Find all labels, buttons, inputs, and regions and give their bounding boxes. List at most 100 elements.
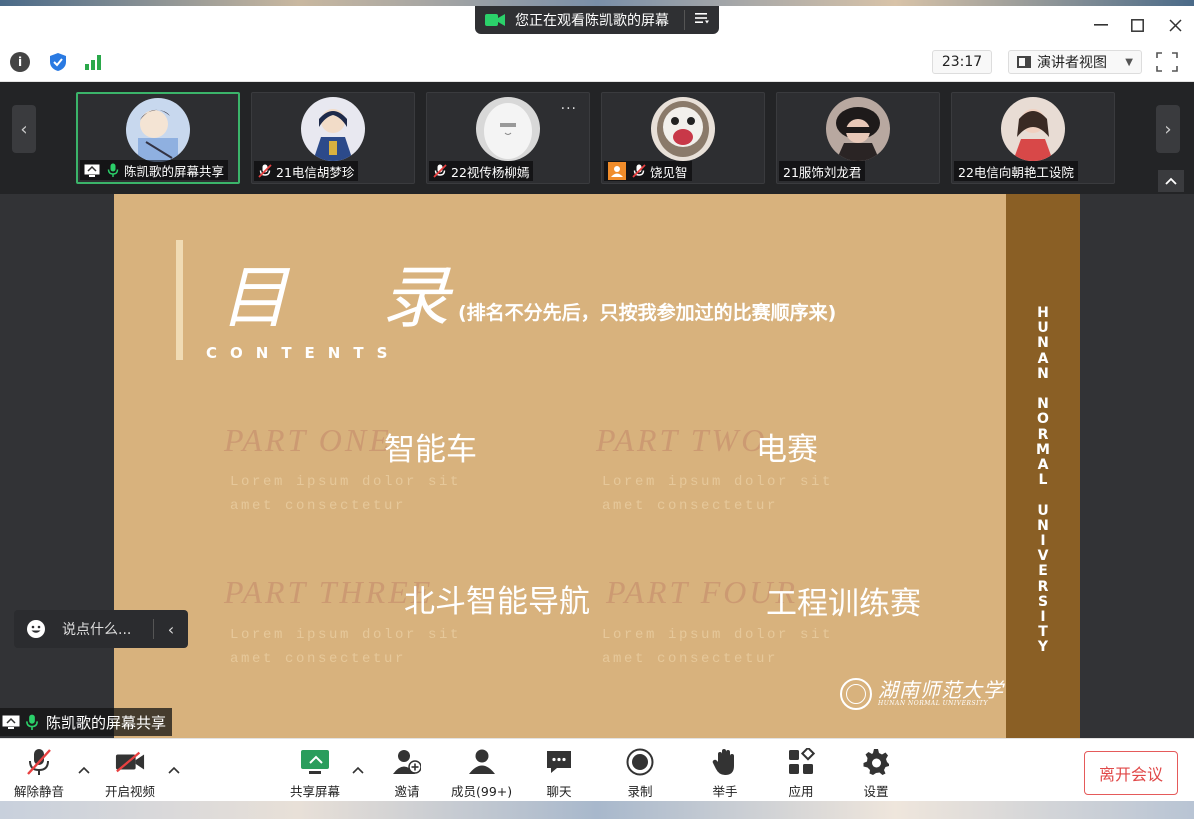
leave-meeting-button[interactable]: 离开会议	[1084, 751, 1178, 795]
close-icon[interactable]	[1164, 14, 1186, 36]
participant-label: 21电信胡梦珍	[254, 161, 359, 181]
meeting-timer: 23:17	[932, 50, 992, 74]
view-mode-select[interactable]: 演讲者视图 ▼	[1008, 50, 1142, 74]
network-signal-icon[interactable]	[84, 52, 104, 72]
participant-tile[interactable]: 21电信胡梦珍	[251, 92, 415, 184]
add-user-icon	[392, 747, 422, 777]
part-one-desc: Lorem ipsum dolor sit amet consectetur	[230, 470, 461, 518]
share-screen-label: 共享屏幕	[290, 784, 341, 799]
participant-name: 22视传杨柳嫣	[451, 164, 530, 180]
vertical-letter	[1006, 488, 1080, 503]
members-button[interactable]: 成员(99+)	[451, 747, 512, 800]
view-mode-label: 演讲者视图	[1037, 55, 1107, 71]
banner-text: 您正在观看陈凯歌的屏幕	[515, 13, 669, 29]
settings-button[interactable]: 设置	[861, 747, 891, 800]
sharer-name-tag: 陈凯歌的屏幕共享	[0, 708, 173, 736]
chat-button[interactable]: 聊天	[544, 747, 574, 800]
users-icon	[467, 747, 497, 777]
sharer-name: 陈凯歌的屏幕共享	[46, 713, 167, 732]
vertical-letter: I	[1040, 609, 1046, 626]
security-shield-icon[interactable]	[48, 52, 68, 72]
chat-icon	[544, 747, 574, 777]
participant-name: 21电信胡梦珍	[276, 164, 355, 180]
avatar	[126, 98, 190, 162]
slide-subtitle: (排名不分先后，只按我参加过的比赛顺序来)	[458, 302, 837, 324]
participant-tile[interactable]: 21服饰刘龙君	[776, 92, 940, 184]
participant-tile[interactable]: 22电信向朝艳工设院	[951, 92, 1115, 184]
university-seal-icon	[840, 678, 872, 710]
part-two-desc-line1: Lorem ipsum dolor sit	[602, 474, 834, 490]
record-button[interactable]: 录制	[625, 747, 655, 800]
avatar	[651, 97, 715, 161]
share-screen-icon	[300, 747, 330, 777]
screen-share-banner[interactable]: 您正在观看陈凯歌的屏幕	[475, 6, 719, 34]
vertical-letter: N	[1037, 365, 1049, 382]
logo-chinese-name: 湖南师范大学	[878, 678, 1004, 702]
unmute-button[interactable]: 解除静音	[14, 747, 64, 800]
collapse-strip-button[interactable]	[1158, 170, 1184, 192]
video-options-chevron[interactable]	[168, 763, 180, 777]
chevron-down-icon: ▼	[1125, 56, 1133, 68]
strip-prev-button[interactable]: ‹	[12, 105, 36, 153]
gear-icon	[861, 747, 891, 777]
maximize-icon[interactable]	[1126, 14, 1148, 36]
part-two-title: 电赛	[756, 432, 818, 468]
audio-options-chevron[interactable]	[78, 763, 90, 777]
participant-name: 21服饰刘龙君	[783, 164, 862, 180]
part-three-title: 北斗智能导航	[404, 584, 590, 620]
start-video-button[interactable]: 开启视频	[105, 747, 155, 800]
settings-label: 设置	[863, 784, 889, 799]
vertical-letter: M	[1036, 441, 1050, 458]
vertical-letter: A	[1037, 350, 1049, 367]
share-screen-button[interactable]: 共享屏幕	[290, 747, 340, 800]
apps-button[interactable]: 应用	[786, 747, 816, 800]
slide-accent-line	[176, 240, 183, 360]
invite-label: 邀请	[394, 784, 420, 799]
vertical-letter: U	[1037, 320, 1049, 337]
banner-menu-icon[interactable]	[685, 12, 719, 28]
emoji-icon[interactable]	[26, 619, 46, 639]
slide-side-bar: HUNAN NORMAL UNIVERSITY	[1006, 194, 1080, 738]
raise-hand-button[interactable]: 举手	[710, 747, 740, 800]
part-three-label: PART THREE	[224, 574, 434, 610]
participant-tile[interactable]: 陈凯歌的屏幕共享	[76, 92, 240, 184]
participant-label: 22视传杨柳嫣	[429, 161, 534, 181]
participant-tile[interactable]: 饶见智	[601, 92, 765, 184]
participant-label: 21服饰刘龙君	[779, 161, 866, 181]
bottom-toolbar: 解除静音 开启视频 共享屏幕 邀请 成员(99+) 聊天 录制 举手 应用 设置…	[0, 738, 1194, 801]
apps-label: 应用	[788, 784, 814, 799]
part-four-desc-line1: Lorem ipsum dolor sit	[602, 627, 834, 643]
vertical-letter: R	[1037, 578, 1049, 595]
avatar	[301, 97, 365, 161]
slide-vertical-text: HUNAN NORMAL UNIVERSITY	[1006, 305, 1080, 656]
part-one-desc-line2: amet consectetur	[230, 498, 407, 514]
mic-on-icon	[107, 163, 119, 177]
meeting-toolbar: i 23:17 演讲者视图 ▼	[0, 42, 1194, 82]
avatar	[826, 97, 890, 161]
vertical-letter: N	[1037, 517, 1049, 534]
record-icon	[625, 747, 655, 777]
part-two-desc: Lorem ipsum dolor sit amet consectetur	[602, 470, 833, 518]
strip-next-button[interactable]: ›	[1156, 105, 1180, 153]
participant-tile[interactable]: ··· 22视传杨柳嫣	[426, 92, 590, 184]
info-icon[interactable]: i	[10, 52, 30, 72]
desktop-background-bottom	[0, 801, 1194, 819]
more-options-icon[interactable]: ···	[561, 101, 577, 117]
apps-icon	[786, 747, 816, 777]
minimize-icon[interactable]	[1090, 14, 1112, 36]
vertical-letter: O	[1037, 411, 1049, 428]
chat-quick-input[interactable]: 说点什么... ‹	[14, 610, 188, 648]
chevron-left-icon[interactable]: ‹	[154, 620, 188, 639]
vertical-letter: T	[1038, 624, 1048, 641]
mic-muted-icon	[258, 164, 272, 178]
share-options-chevron[interactable]	[352, 763, 364, 777]
vertical-letter: N	[1037, 396, 1049, 413]
record-label: 录制	[627, 784, 653, 799]
hand-icon	[710, 747, 740, 777]
vertical-letter: I	[1040, 533, 1046, 550]
vertical-letter: R	[1037, 426, 1049, 443]
fullscreen-icon[interactable]	[1156, 52, 1178, 72]
vertical-letter: A	[1037, 457, 1049, 474]
invite-button[interactable]: 邀请	[392, 747, 422, 800]
shared-screen-area: 目 录 CONTENTS (排名不分先后，只按我参加过的比赛顺序来) PART …	[0, 194, 1194, 738]
